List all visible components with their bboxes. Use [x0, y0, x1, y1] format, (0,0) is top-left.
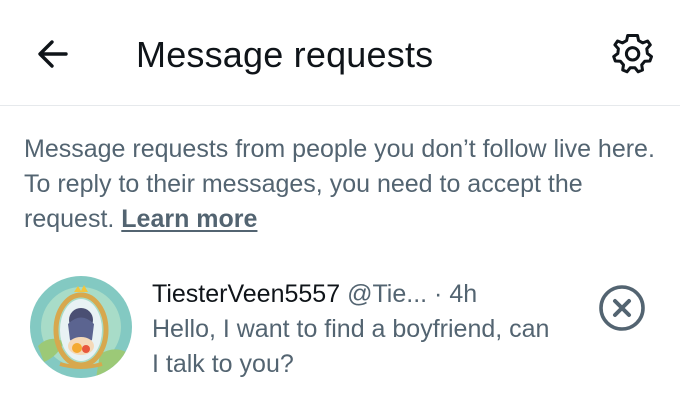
request-meta: TiesterVeen5557 @Tie... · 4h	[152, 278, 477, 310]
back-arrow-icon	[38, 40, 68, 68]
sender-name[interactable]: TiesterVeen5557	[152, 280, 340, 308]
avatar[interactable]	[30, 276, 132, 378]
sender-handle: @Tie...	[347, 280, 428, 308]
settings-button[interactable]	[608, 29, 658, 79]
gear-icon	[612, 34, 653, 74]
meta-separator: ·	[434, 280, 443, 308]
learn-more-link[interactable]: Learn more	[121, 205, 257, 233]
notice-text: Message requests from people you don’t f…	[24, 135, 655, 233]
dismiss-request-button[interactable]	[596, 282, 648, 334]
close-circle-icon	[599, 285, 645, 331]
message-preview: Hello, I want to find a boyfriend, can I…	[152, 315, 550, 378]
back-button[interactable]	[30, 30, 78, 78]
header-bar: Message requests	[0, 0, 680, 106]
timestamp: 4h	[449, 280, 478, 308]
info-notice: Message requests from people you don’t f…	[24, 132, 664, 237]
page-title: Message requests	[136, 34, 434, 75]
message-request-item[interactable]: TiesterVeen5557 @Tie... · 4h Hello, I wa…	[0, 262, 680, 412]
